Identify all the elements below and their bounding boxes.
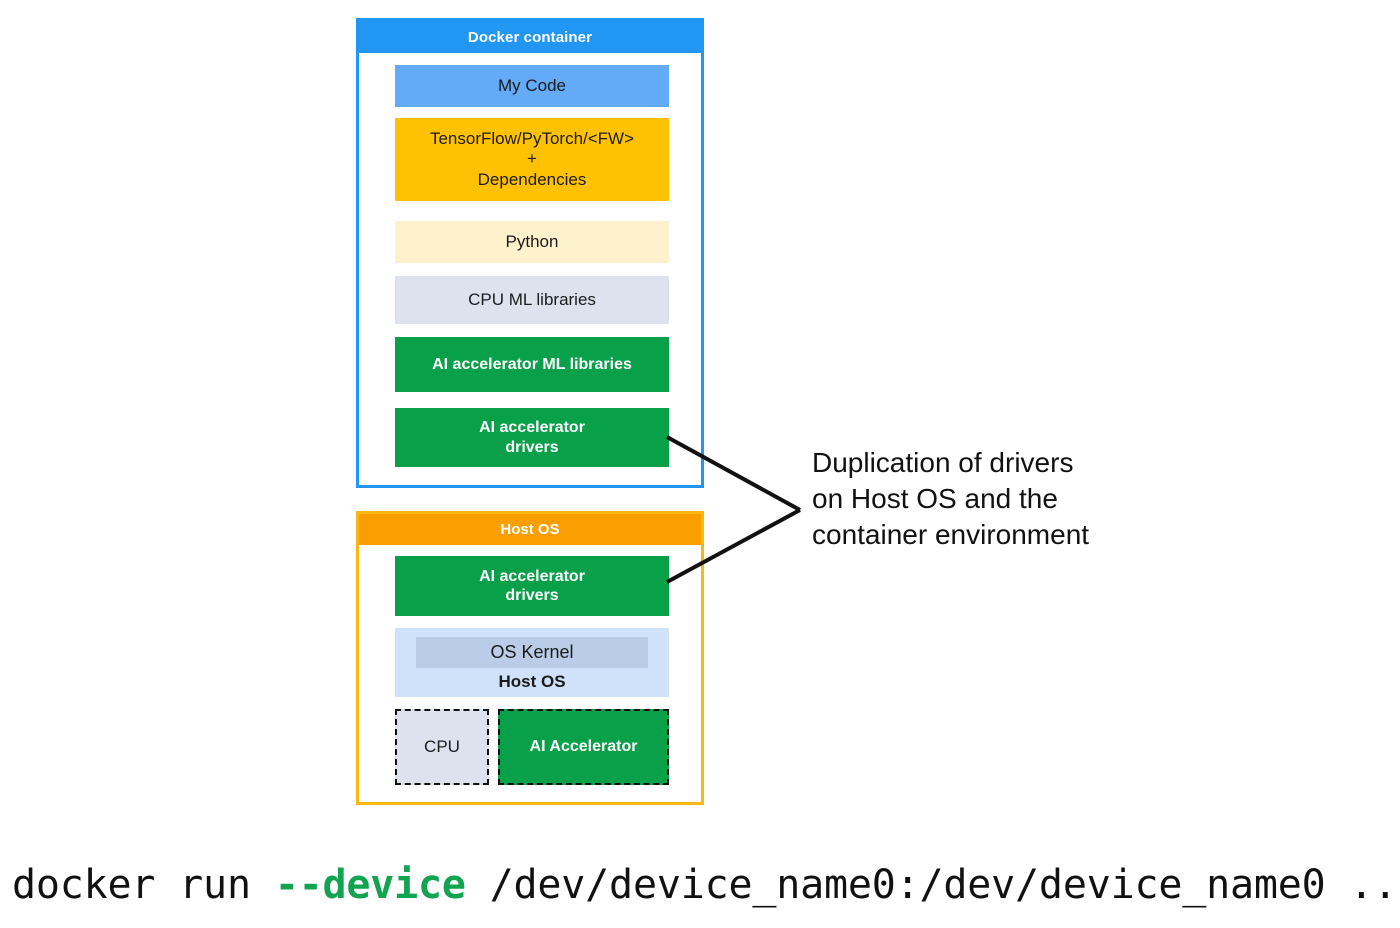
- command-suffix: /dev/device_name0:/dev/device_name0 ...: [465, 862, 1400, 908]
- annotation-line-1: Duplication of drivers: [812, 447, 1074, 478]
- layer-cpu-ml-libraries: CPU ML libraries: [395, 276, 669, 324]
- docker-run-command: docker run --device /dev/device_name0:/d…: [12, 862, 1400, 908]
- layer-framework-line1: TensorFlow/PyTorch/<FW>: [429, 128, 635, 148]
- layer-ai-accelerator-drivers-container-line1: AI accelerator: [479, 419, 585, 437]
- layer-ai-accelerator-drivers-host: AI accelerator drivers: [395, 556, 669, 616]
- os-kernel-band: OS Kernel: [416, 637, 648, 668]
- layer-framework-line3: Dependencies: [477, 169, 587, 189]
- annotation-duplication-of-drivers: Duplication of drivers on Host OS and th…: [812, 445, 1232, 552]
- layer-my-code: My Code: [395, 65, 669, 107]
- command-prefix: docker run: [12, 862, 275, 908]
- host-os-sublabel: Host OS: [498, 672, 566, 691]
- layer-ai-accelerator-ml-libraries: AI accelerator ML libraries: [395, 337, 669, 392]
- layer-os-kernel: OS Kernel Host OS: [395, 628, 669, 697]
- hardware-cpu-label: CPU: [424, 736, 460, 756]
- layer-ai-accelerator-drivers-host-line1: AI accelerator: [479, 567, 585, 585]
- layer-python-label: Python: [505, 231, 559, 251]
- docker-container-panel: Docker container My Code TensorFlow/PyTo…: [356, 18, 704, 488]
- docker-container-title: Docker container: [359, 21, 701, 53]
- annotation-line-3: container environment: [812, 518, 1090, 550]
- os-kernel-label: OS Kernel: [490, 641, 574, 662]
- layer-framework-dependencies: TensorFlow/PyTorch/<FW> + Dependencies: [395, 118, 669, 201]
- layer-ai-accelerator-drivers-container: AI accelerator drivers: [395, 408, 669, 467]
- layer-cpu-ml-libraries-label: CPU ML libraries: [468, 289, 596, 309]
- layer-ai-accelerator-ml-libraries-label: AI accelerator ML libraries: [432, 355, 632, 373]
- layer-framework-line2: +: [527, 149, 537, 169]
- command-flag-device: --device: [274, 862, 466, 908]
- layer-ai-accelerator-drivers-host-line2: drivers: [505, 587, 559, 604]
- hardware-ai-accelerator: AI Accelerator: [498, 709, 669, 785]
- hardware-ai-accelerator-label: AI Accelerator: [529, 738, 638, 756]
- host-os-title: Host OS: [359, 514, 701, 545]
- layer-ai-accelerator-drivers-container-line2: drivers: [505, 438, 559, 456]
- annotation-line-2: on Host OS and the: [812, 482, 1058, 514]
- host-os-panel: Host OS AI accelerator drivers OS Kernel…: [356, 511, 704, 805]
- hardware-cpu: CPU: [395, 709, 489, 785]
- layer-my-code-label: My Code: [497, 75, 567, 95]
- layer-python: Python: [395, 221, 669, 263]
